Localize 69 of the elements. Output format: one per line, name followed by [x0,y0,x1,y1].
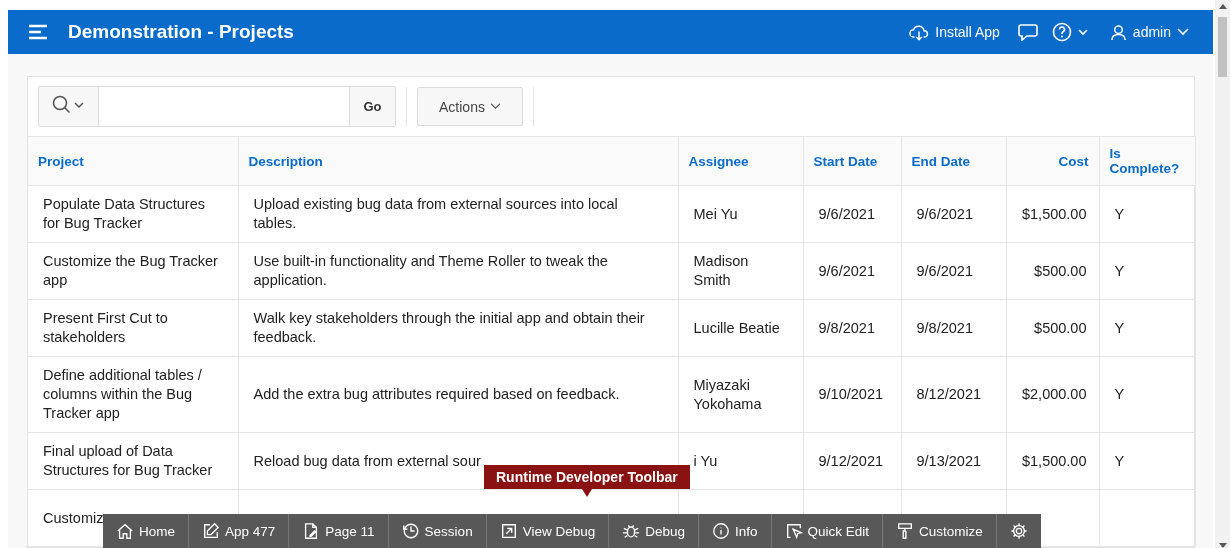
table-cell: 9/6/2021 [818,262,875,279]
toolbar-button[interactable]: Page 11 [289,514,389,548]
table-cell: Miyazaki Yokohama [693,376,762,412]
tooltip: Runtime Developer Toolbar [484,465,690,489]
table-cell: $1,500.00 [1022,205,1087,222]
settings-icon [1009,522,1028,540]
table-cell: Define additional tables / columns within the Bug Tracker app [43,367,202,421]
table-cell: Y [1114,386,1125,402]
table-cell: Populate Data Structures for Bug Tracker [43,196,205,231]
toolbar-button[interactable]: App 477 [189,514,290,548]
table-cell: Lucille Beatie [693,319,780,336]
pointer-icon [581,489,592,497]
toolbar-button[interactable]: Session [388,514,487,548]
table-cell: Upload existing bug data from external sources into local tables. [253,196,618,231]
scrollbar[interactable] [1215,0,1230,548]
toolbar-button[interactable]: Quick Edit [771,514,884,548]
table-cell: Mei Yu [693,205,738,222]
table-cell: Y [1114,205,1125,222]
table-cell: Final upload of Data Structures for Bug Tracker [43,443,213,478]
table-cell: Y [1114,319,1125,336]
table-cell: Use built-in functionality and Theme Roller to tweak the application. [253,253,608,288]
table-cell: Madison Smith [693,253,749,288]
table-cell: Customize the Bug Tracker app [43,253,218,288]
edit-icon [202,522,220,540]
actions-menu-button[interactable]: Actions [417,87,523,126]
caret-icon [489,103,501,110]
table-cell: Add the extra bug attributes required based on feedback. [253,386,620,402]
app-title: Demonstration - Projects [68,21,294,43]
info-icon [712,522,730,540]
table-cell: Reload bug data from external sour [253,452,481,469]
table-cell: $2,000.00 [1022,386,1087,402]
table-cell: Walk key stakeholders through the initial app and obtain their feedback. [253,310,645,345]
scroll-down-icon[interactable] [1218,543,1227,548]
toolbar-button[interactable]: Home [103,514,189,548]
scroll-up-icon[interactable] [1218,4,1227,9]
home-icon [116,522,134,540]
table-cell: $1,500.00 [1022,452,1087,469]
table-cell: Y [1114,262,1125,279]
session-icon [401,522,420,540]
table-cell: 9/12/2021 [818,452,883,469]
customize-icon [896,522,915,540]
table-cell: 9/6/2021 [818,205,875,222]
table-cell: $500.00 [1034,262,1087,279]
user-menu-button[interactable]: admin [1105,23,1193,41]
table-cell: Y [1114,452,1125,469]
viewdebug-icon [499,522,518,540]
table-cell: $500.00 [1034,319,1087,336]
table-cell: 9/8/2021 [818,319,875,336]
table-cell: 9/13/2021 [916,452,981,469]
quickedit-icon [784,522,803,540]
toolbar-button[interactable]: View Debug [486,514,610,548]
toolbar-button[interactable]: Debug [609,514,699,548]
table-cell: 8/12/2021 [916,386,981,402]
chat-icon[interactable] [1017,23,1038,41]
bug-icon [622,522,641,540]
toolbar-button[interactable]: Customize [883,514,997,548]
cloud-download-icon [909,23,930,41]
table-cell: Present First Cut to stakeholders [43,310,168,345]
table-cell: i Yu [693,452,718,469]
table-cell: 9/6/2021 [916,262,973,279]
table-cell: 9/8/2021 [916,319,973,336]
table-cell: Customiz [43,509,104,526]
user-icon [1109,23,1127,41]
scroll-thumb[interactable] [1218,17,1227,77]
caret-icon [1177,28,1189,36]
install-app-button[interactable]: Install App [905,23,1004,41]
table-cell: 9/10/2021 [818,386,883,402]
table-cell: 9/6/2021 [916,205,973,222]
menu-icon[interactable] [28,24,48,40]
